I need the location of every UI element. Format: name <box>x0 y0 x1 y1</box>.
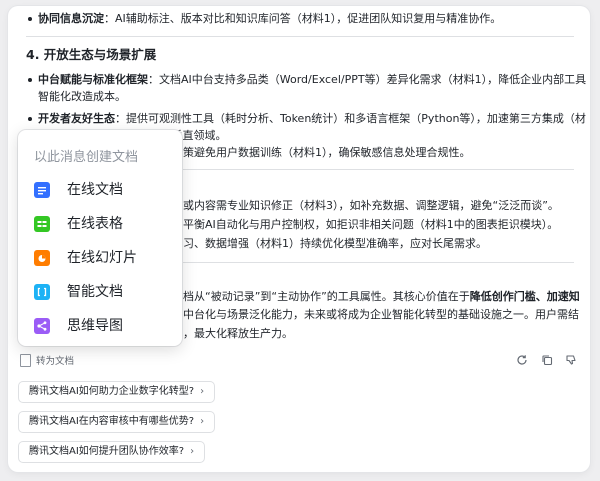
suggestion-chip[interactable]: 腾讯文档AI如何助力企业数字化转型? › <box>18 381 216 403</box>
menu-title: 以此消息创建文档 <box>34 150 139 165</box>
divider <box>26 36 574 37</box>
menu-item-label: 在线表格 <box>67 216 123 232</box>
section-heading: 4. 开放生态与场景扩展 <box>26 47 157 62</box>
slides-icon <box>34 250 50 266</box>
menu-item-label: 智能文档 <box>67 284 123 300</box>
bold-term: 降低创作门槛、加速知 <box>469 290 580 303</box>
line-text: ：文档AI中台支持多品类（Word/Excel/PPT等）差异化需求（材料1），… <box>148 73 587 86</box>
suggestion-text: 腾讯文档AI如何提升团队协作效率? <box>29 446 185 457</box>
bold-term: 中台赋能与标准化框架 <box>38 73 148 86</box>
chevron-right-icon: › <box>200 386 205 397</box>
suggestion-text: 腾讯文档AI在内容审核中有哪些优势? <box>29 416 195 427</box>
sheet-icon <box>34 216 50 232</box>
smart-doc-icon <box>34 284 50 300</box>
divider <box>183 169 574 170</box>
chevron-right-icon: › <box>190 446 195 457</box>
suggestion-chip[interactable]: 腾讯文档AI如何提升团队协作效率? › <box>18 441 206 463</box>
menu-item-label: 在线幻灯片 <box>67 250 137 266</box>
thumbs-down-icon[interactable] <box>565 354 577 366</box>
text-line: 中台赋能与标准化框架：文档AI中台支持多品类（Word/Excel/PPT等）差… <box>38 73 586 87</box>
line-text: ：提供可观测性工具（耗时分析、Token统计）和多语言框架（Python等），加… <box>115 112 586 125</box>
line-text: ：AI辅助标注、版本对比和知识库问答（材料1），促进团队知识复用与精准协作。 <box>104 12 502 25</box>
menu-item-label: 思维导图 <box>67 318 123 334</box>
suggestion-text: 腾讯文档AI如何助力企业数字化转型? <box>29 386 195 397</box>
divider <box>183 262 574 263</box>
text-line: 策避免用户数据训练（材料1），确保敏感信息处理合规性。 <box>183 146 471 159</box>
copy-icon[interactable] <box>541 354 553 366</box>
doc-outline-icon <box>20 354 31 367</box>
menu-item-mindmap[interactable]: 思维导图 <box>34 313 174 339</box>
text-line: 平衡AI自动化与用户控制权，如拒识非相关问题（材料1中的图表拒识模块）。 <box>183 218 559 231</box>
suggestion-chip[interactable]: 腾讯文档AI在内容审核中有哪些优势? › <box>18 411 216 433</box>
menu-item-online-slides[interactable]: 在线幻灯片 <box>34 245 174 271</box>
mindmap-icon <box>34 318 50 334</box>
menu-item-online-doc[interactable]: 在线文档 <box>34 177 174 203</box>
text-line: 习、数据增强（材料1）持续优化模型准确率，应对长尾需求。 <box>183 237 487 250</box>
bold-term: 协同信息沉淀 <box>38 12 104 25</box>
bullet-dot <box>28 117 32 121</box>
create-doc-menu: 以此消息创建文档 在线文档 在线表格 在线幻灯片 智能文档 思维导图 <box>18 130 182 346</box>
chat-message-card: 协同信息沉淀：AI辅助标注、版本对比和知识库问答（材料1），促进团队知识复用与精… <box>8 6 590 472</box>
bullet-dot <box>28 17 32 21</box>
menu-item-online-sheet[interactable]: 在线表格 <box>34 211 174 237</box>
text-line: 或内容需专业知识修正（材料3），如补充数据、调整逻辑，避免“泛泛而谈”。 <box>183 199 559 212</box>
text-line: 档从“被动记录”到“主动协作”的工具属性。其核心价值在于降低创作门槛、加速知 <box>183 290 580 304</box>
line-text: 档从“被动记录”到“主动协作”的工具属性。其核心价值在于 <box>183 290 470 303</box>
chevron-right-icon: › <box>200 416 205 427</box>
menu-item-label: 在线文档 <box>67 182 123 198</box>
refresh-icon[interactable] <box>516 354 528 366</box>
menu-item-smart-doc[interactable]: 智能文档 <box>34 279 174 305</box>
text-line: 开发者友好生态：提供可观测性工具（耗时分析、Token统计）和多语言框架（Pyt… <box>38 112 586 126</box>
text-line: 智能化改造成本。 <box>38 90 126 103</box>
bold-term: 开发者友好生态 <box>38 112 115 125</box>
text-line: 中台化与场景泛化能力，未来或将成为企业智能化转型的基础设施之一。用户需结 <box>183 308 579 321</box>
convert-to-doc-label: 转为文档 <box>36 356 75 367</box>
doc-icon <box>34 182 50 198</box>
text-line: 协同信息沉淀：AI辅助标注、版本对比和知识库问答（材料1），促进团队知识复用与精… <box>38 12 501 26</box>
bullet-dot <box>28 78 32 82</box>
text-line: ，最大化释放生产力。 <box>183 327 293 340</box>
